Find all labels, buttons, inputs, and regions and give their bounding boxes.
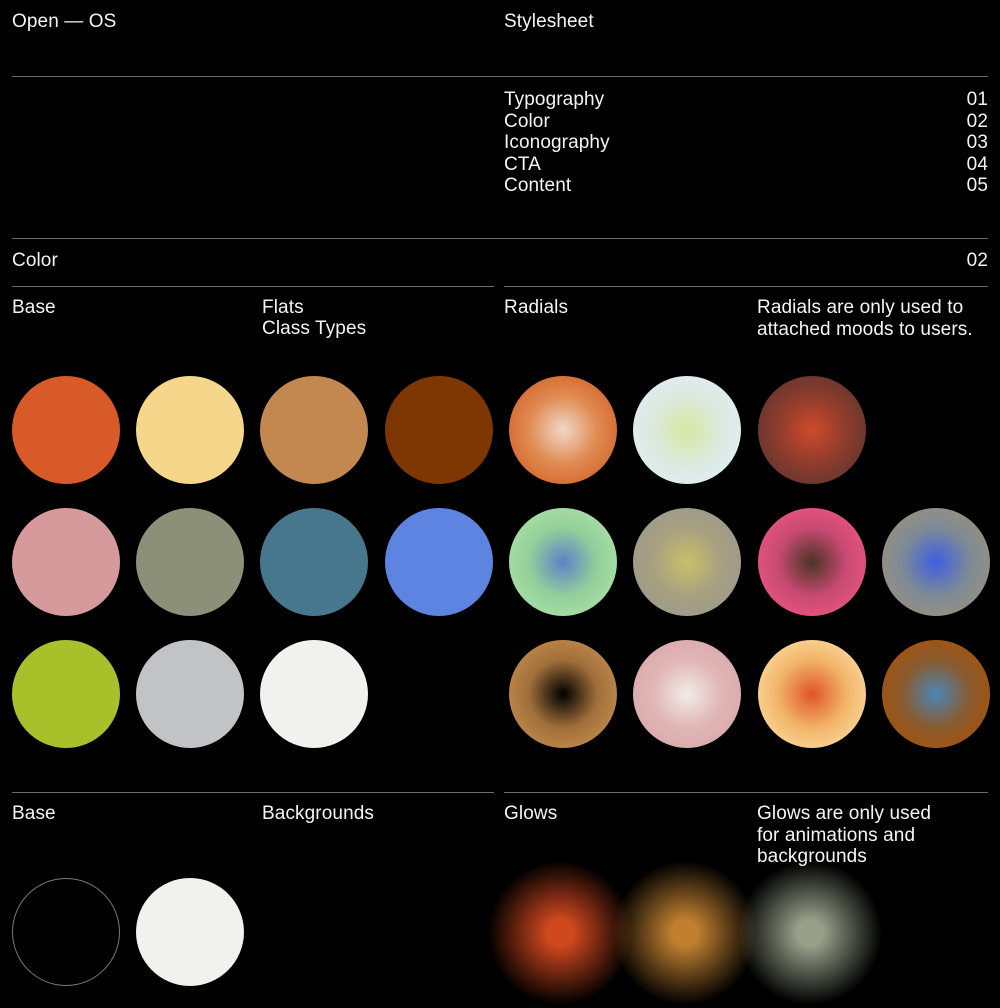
flat-swatch[interactable]: [12, 640, 120, 748]
left-column-divider: [12, 286, 494, 287]
left-column-sublabel-flats: Flats: [262, 297, 304, 318]
toc-item-label[interactable]: CTA: [504, 154, 541, 176]
right-column-label: Radials: [504, 297, 569, 318]
background-swatch[interactable]: [12, 878, 120, 986]
toc-item-label[interactable]: Typography: [504, 89, 604, 111]
radial-swatch[interactable]: [882, 508, 990, 616]
radial-swatch[interactable]: [758, 640, 866, 748]
right-column-description: Radials are only used to attached moods …: [757, 297, 973, 340]
brand-title: Open — OS: [12, 11, 117, 32]
toc-item-number: 02: [966, 110, 988, 132]
radial-swatch[interactable]: [633, 376, 741, 484]
header-divider: [12, 76, 988, 77]
flat-swatch[interactable]: [385, 376, 493, 484]
radial-swatch[interactable]: [509, 508, 617, 616]
glow-swatch[interactable]: [485, 858, 635, 1008]
radial-swatch[interactable]: [633, 640, 741, 748]
toc-item-label[interactable]: Content: [504, 175, 571, 197]
flat-swatch[interactable]: [260, 640, 368, 748]
section-number: 02: [966, 250, 988, 271]
flat-swatch[interactable]: [12, 508, 120, 616]
bottom-right-label: Glows: [504, 803, 558, 824]
glow-swatch[interactable]: [735, 858, 885, 1008]
bottom-right-divider: [504, 792, 988, 793]
section-top-divider: [12, 238, 988, 239]
left-column-sublabel-class-types: Class Types: [262, 318, 367, 339]
bottom-left-divider: [12, 792, 494, 793]
bottom-right-description: Glows are only used for animations and b…: [757, 803, 932, 867]
flat-swatch[interactable]: [136, 376, 244, 484]
radial-swatch[interactable]: [758, 508, 866, 616]
radial-swatch[interactable]: [882, 640, 990, 748]
glow-swatch[interactable]: [610, 858, 760, 1008]
background-swatch[interactable]: [136, 878, 244, 986]
toc-item-number: 04: [966, 153, 988, 175]
left-column-label: Base: [12, 297, 56, 318]
flat-swatch[interactable]: [260, 508, 368, 616]
radial-swatch[interactable]: [509, 640, 617, 748]
bottom-left-label: Base: [12, 803, 56, 824]
flat-swatch[interactable]: [136, 640, 244, 748]
flat-swatch[interactable]: [136, 508, 244, 616]
bottom-left-sublabel: Backgrounds: [262, 803, 375, 824]
toc-item-number: 01: [966, 89, 988, 110]
toc-item-label[interactable]: Iconography: [504, 132, 610, 154]
right-column-divider: [504, 286, 988, 287]
section-title: Color: [12, 250, 58, 271]
radial-swatch[interactable]: [633, 508, 741, 616]
toc-item-label[interactable]: Color: [504, 111, 550, 133]
flat-swatch[interactable]: [385, 508, 493, 616]
toc-item-number: 05: [966, 175, 988, 196]
stylesheet-page: Open — OS Stylesheet Typography 01 Color 02…: [0, 0, 1000, 1008]
radial-swatch[interactable]: [509, 376, 617, 484]
radial-swatch[interactable]: [758, 376, 866, 484]
toc-item-number: 03: [966, 132, 988, 153]
flat-swatch[interactable]: [12, 376, 120, 484]
page-title: Stylesheet: [504, 11, 594, 32]
flat-swatch[interactable]: [260, 376, 368, 484]
